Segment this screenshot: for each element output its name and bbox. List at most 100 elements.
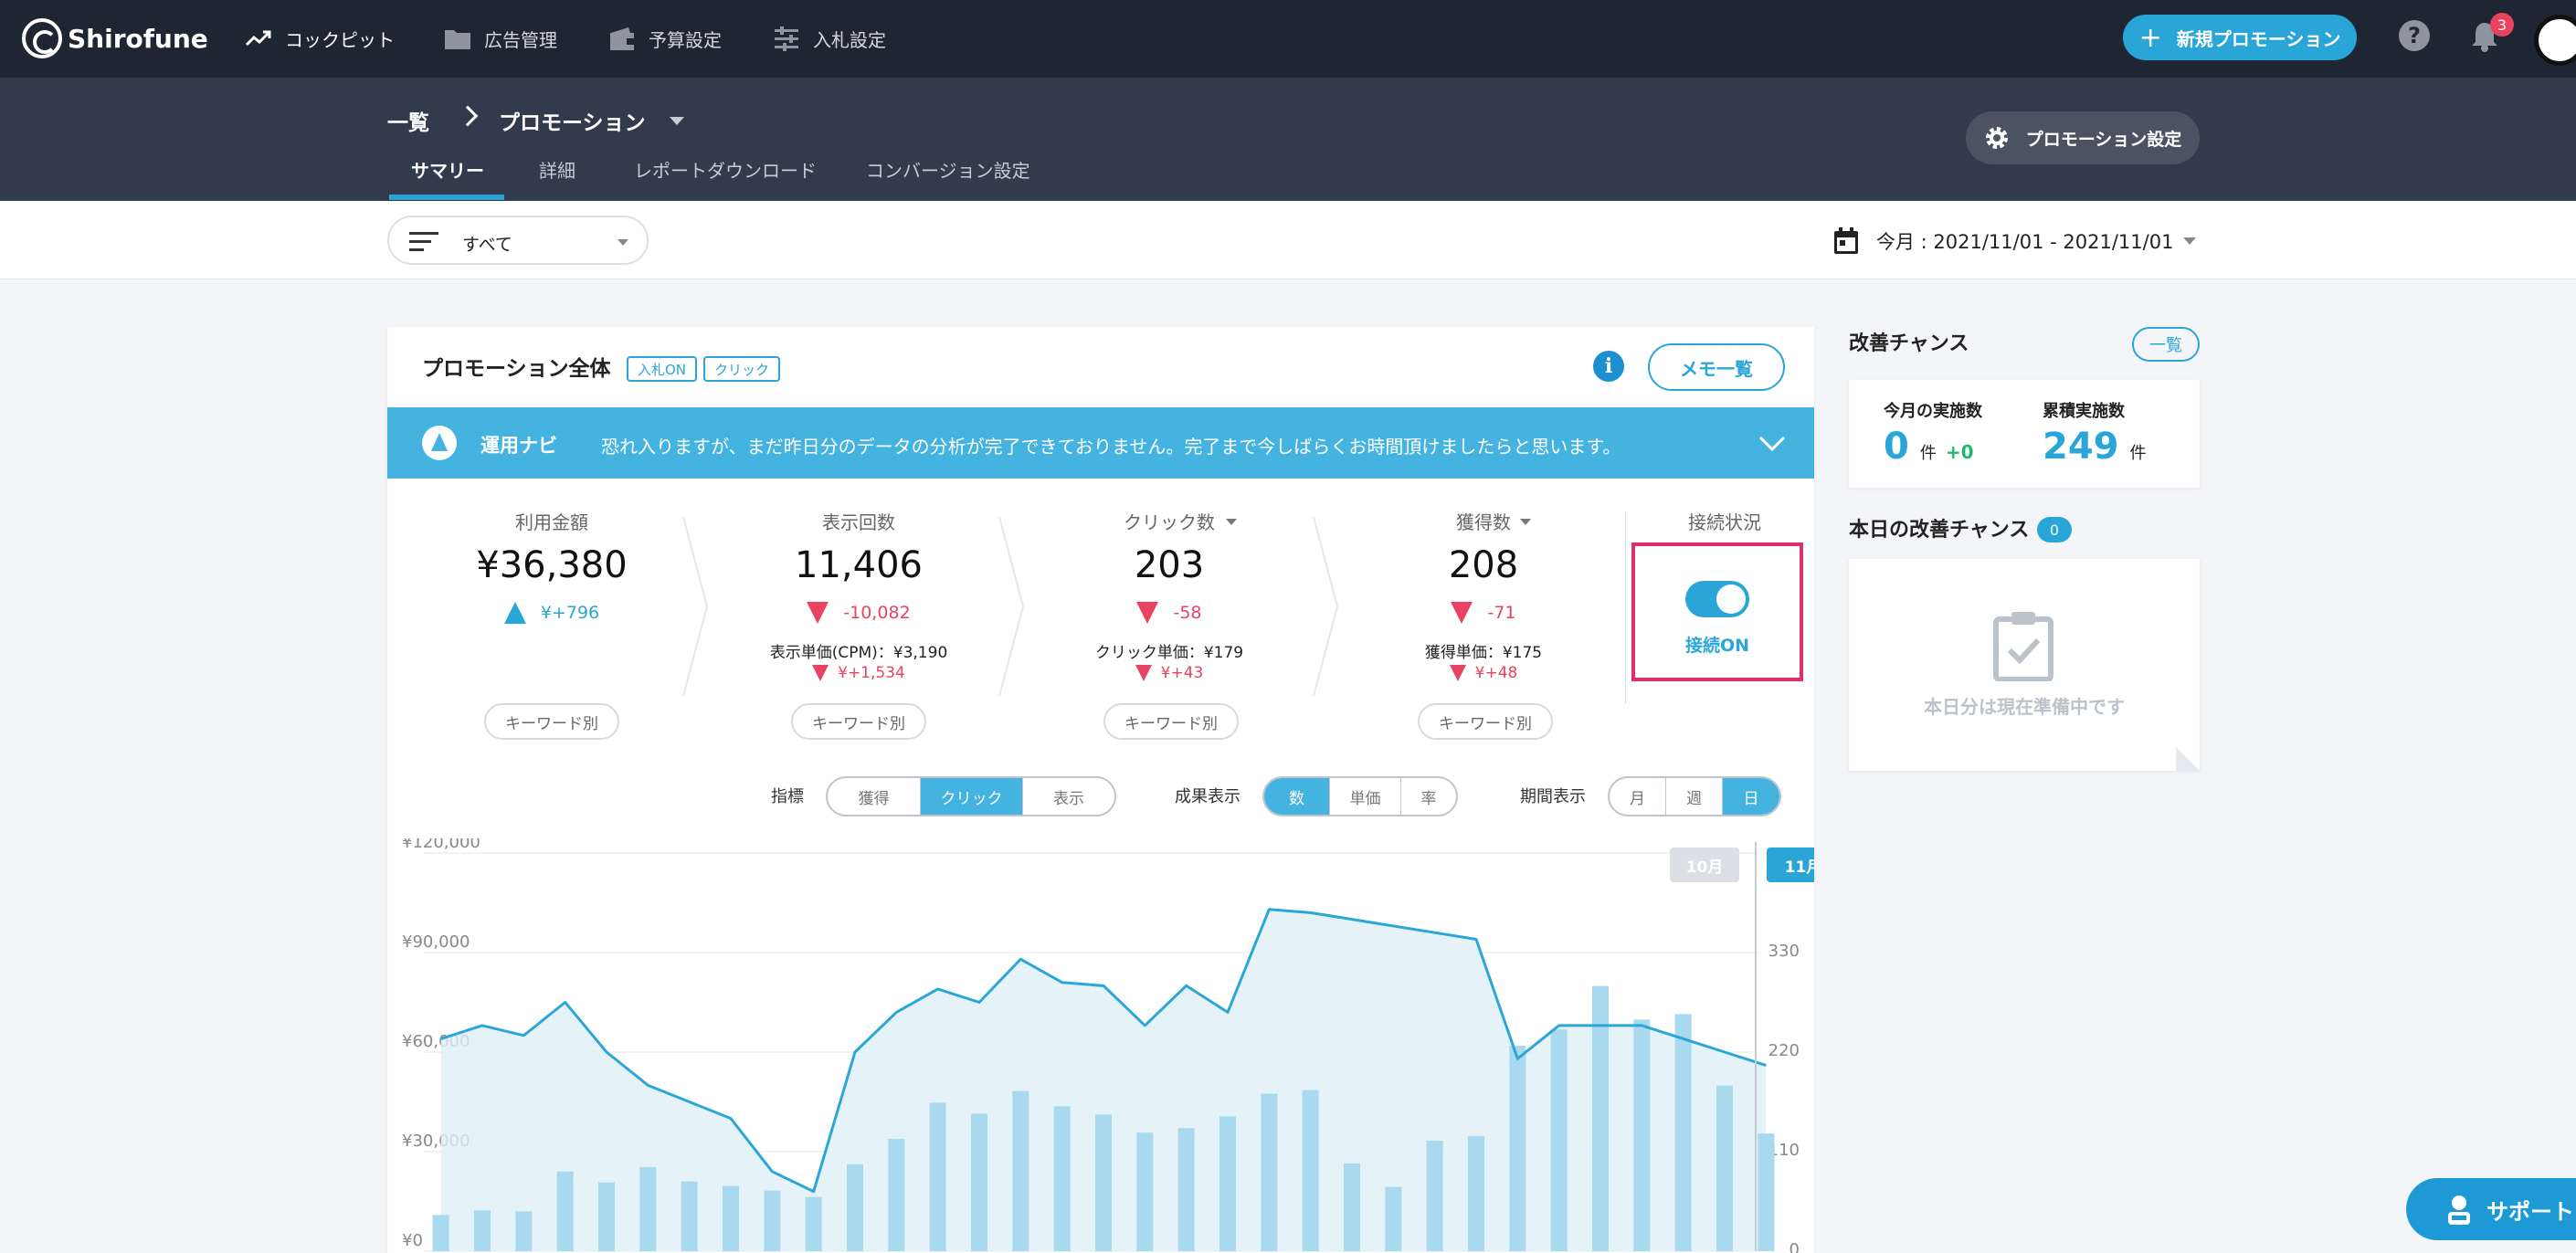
connection-toggle[interactable] <box>1685 581 1749 617</box>
chart-bar <box>598 1182 615 1251</box>
chevron-down-icon[interactable] <box>670 117 684 125</box>
navi-message: 恐れ入りますが、まだ昨日分のデータの分析が完了できておりません。完了まで今しばら… <box>601 436 1621 458</box>
nav-item-label: 入札設定 <box>813 28 886 51</box>
date-range-picker[interactable]: 今月 : 2021/11/01 - 2021/11/01 <box>1832 225 2173 258</box>
month-badge-october: 10月 <box>1670 848 1739 882</box>
keyword-button-clicks[interactable]: キーワード別 <box>1103 703 1239 740</box>
new-promotion-button[interactable]: + 新規プロモーション <box>2123 15 2357 60</box>
promotion-settings-button[interactable]: プロモーション設定 <box>1966 111 2200 164</box>
arrow-down-icon <box>807 602 829 624</box>
filter-select[interactable]: すべて <box>387 216 649 265</box>
metric-value: 203 <box>1134 544 1205 586</box>
breadcrumb-root[interactable]: 一覧 <box>387 105 429 136</box>
metric-clicks: クリック数 203 -58 クリック単価：¥179 ¥+43 <box>1032 508 1306 685</box>
chart-bar <box>1302 1090 1319 1251</box>
monthly-count-value: 0 <box>1884 426 1909 468</box>
connection-status-box: 接続ON <box>1631 542 1803 681</box>
today-improvement-card: 本日分は現在準備中です <box>1849 559 2200 771</box>
metric-label: クリック数 <box>1124 511 1215 533</box>
help-icon[interactable]: ? <box>2399 20 2430 51</box>
metric-selector-label: 指標 <box>771 787 804 806</box>
support-label: サポート <box>2486 1198 2574 1225</box>
keyword-button-cost[interactable]: キーワード別 <box>484 703 619 740</box>
improvement-list-button[interactable]: 一覧 <box>2132 327 2200 362</box>
keyword-button-impressions[interactable]: キーワード別 <box>791 703 926 740</box>
shirofune-logo-icon <box>22 18 62 58</box>
metric-delta-value: -58 <box>1173 603 1202 623</box>
chart-bar <box>847 1164 863 1251</box>
period-option-week[interactable]: 週 <box>1666 778 1723 815</box>
period-option-month[interactable]: 月 <box>1610 778 1666 815</box>
period-selector-label: 期間表示 <box>1520 787 1586 806</box>
performance-chart-svg: ¥0¥30,000¥60,000¥90,000¥120,000011022033… <box>402 833 1800 1253</box>
notification-badge: 3 <box>2490 13 2514 37</box>
metric-option-click[interactable]: クリック <box>921 778 1023 815</box>
arrow-down-icon <box>1135 665 1152 681</box>
chevron-down-icon[interactable] <box>1520 519 1531 525</box>
metric-unit-label: 表示単価(CPM)：¥3,190 <box>769 644 948 662</box>
result-selector-label: 成果表示 <box>1175 787 1240 806</box>
chart-bar <box>1468 1136 1484 1251</box>
chevron-down-icon[interactable] <box>2183 237 2196 245</box>
filter-value: すべて <box>462 235 512 255</box>
monthly-count: 0 件 +0 <box>1884 426 1974 468</box>
chevron-separator <box>682 516 709 697</box>
chevron-down-icon[interactable] <box>1758 425 1786 452</box>
support-button[interactable]: サポート <box>2406 1178 2576 1240</box>
metric-option-impression[interactable]: 表示 <box>1023 778 1114 815</box>
tab-summary[interactable]: サマリー <box>411 156 484 183</box>
chart-bar <box>723 1185 739 1251</box>
tab-conversion-settings[interactable]: コンバージョン設定 <box>866 156 1030 183</box>
metric-delta: -71 <box>1346 599 1621 626</box>
metric-delta: -10,082 <box>722 599 996 626</box>
today-improvement-title: 本日の改善チャンス <box>1849 519 2030 542</box>
month-badge-november: 11月 <box>1767 848 1814 882</box>
tab-report-download[interactable]: レポートダウンロード <box>634 156 817 183</box>
operation-navi-bar[interactable]: 運用ナビ 恐れ入りますが、まだ昨日分のデータの分析が完了できておりません。完了ま… <box>387 407 1814 479</box>
nav-item-label: 広告管理 <box>484 28 557 51</box>
chart-bar <box>1716 1085 1733 1251</box>
chevron-down-icon[interactable] <box>1226 519 1237 525</box>
metric-impressions: 表示回数 11,406 -10,082 表示単価(CPM)：¥3,190 ¥+1… <box>722 508 996 685</box>
performance-chart: ¥0 ¥30,000 ¥60,000 ¥90,000 ¥120,000 0 110 220 33… <box>387 833 1814 1253</box>
tag-bidding-on: 入札ON <box>627 356 698 382</box>
chart-bar <box>1012 1090 1029 1251</box>
nav-item-ad-management[interactable]: 広告管理 <box>444 20 557 57</box>
active-tab-indicator <box>389 195 504 200</box>
nav-item-bidding[interactable]: 入札設定 <box>773 20 886 57</box>
chart-bar <box>1633 1019 1651 1251</box>
result-option-rate[interactable]: 率 <box>1401 778 1456 815</box>
memo-list-button[interactable]: メモ一覧 <box>1648 343 1785 391</box>
chart-bar <box>1758 1133 1775 1251</box>
total-count-label: 累積実施数 <box>2043 402 2125 421</box>
arrow-down-icon <box>812 665 829 681</box>
folder-icon <box>444 25 471 52</box>
chart-bar <box>971 1113 987 1251</box>
metric-option-conversion[interactable]: 獲得 <box>828 778 921 815</box>
monthly-count-delta: +0 <box>1945 441 1974 463</box>
chart-bar <box>1261 1093 1278 1251</box>
keyword-button-conversions[interactable]: キーワード別 <box>1418 703 1553 740</box>
result-option-count[interactable]: 数 <box>1264 778 1330 815</box>
brand-logo[interactable]: Shirofune <box>22 16 208 60</box>
y-axis-left-tick: ¥90,000 <box>402 932 470 952</box>
card-title: プロモーション全体 <box>422 357 611 381</box>
result-option-unit-price[interactable]: 単価 <box>1330 778 1401 815</box>
nav-item-label: コックピット <box>285 28 395 51</box>
info-icon[interactable]: i <box>1593 351 1624 382</box>
chart-bar <box>1550 1029 1568 1251</box>
chart-bar <box>1219 1116 1236 1251</box>
chart-bar <box>1053 1106 1071 1251</box>
metric-delta-value: ¥+796 <box>540 603 600 623</box>
support-person-icon <box>2448 1195 2470 1225</box>
metric-value: 208 <box>1448 544 1519 586</box>
metric-unit-label: 獲得単価：¥175 <box>1424 644 1543 662</box>
empty-state-text: 本日分は現在準備中です <box>1924 696 2125 718</box>
nav-item-cockpit[interactable]: コックピット <box>245 20 395 57</box>
chevron-down-icon <box>618 239 628 246</box>
tab-detail[interactable]: 詳細 <box>539 156 575 183</box>
metric-label: 利用金額 <box>515 511 588 533</box>
user-avatar[interactable] <box>2534 15 2576 66</box>
period-option-day[interactable]: 日 <box>1723 778 1779 815</box>
nav-item-budget[interactable]: 予算設定 <box>608 20 722 57</box>
